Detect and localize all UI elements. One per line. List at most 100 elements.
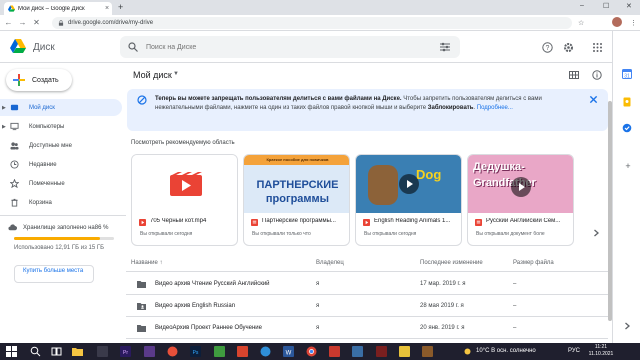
- calendar-icon[interactable]: 31: [622, 69, 632, 79]
- new-tab-button[interactable]: +: [118, 2, 123, 12]
- minimize-button[interactable]: –: [580, 2, 584, 9]
- banner-bold-text: Теперь вы можете запрещать пользователям…: [155, 96, 402, 102]
- tab-close-icon[interactable]: ×: [102, 5, 112, 12]
- search-box[interactable]: [120, 36, 460, 58]
- language-indicator[interactable]: РУС: [568, 348, 580, 354]
- suggested-card[interactable]: Dog English Reading Animals 1... Вы откр…: [355, 154, 462, 246]
- app-icon[interactable]: [352, 346, 363, 357]
- app-icon[interactable]: [237, 346, 248, 357]
- app-icon[interactable]: [399, 346, 410, 357]
- clock[interactable]: 11:21 11.10.2021: [585, 344, 617, 358]
- app-name: Диск: [33, 42, 55, 53]
- buy-storage-button[interactable]: Купить больше места: [14, 265, 94, 283]
- bookmark-star-icon[interactable]: ☆: [578, 19, 584, 27]
- file-name: Видео архив English Russian: [155, 303, 236, 309]
- search-icon[interactable]: [30, 346, 41, 357]
- app-icon[interactable]: [329, 346, 340, 357]
- app-icon[interactable]: [376, 346, 387, 357]
- sidebar-item-label: Корзина: [29, 199, 52, 206]
- sidebar-item-trash[interactable]: Корзина: [0, 194, 122, 211]
- sidebar-item-computers[interactable]: ▶ Компьютеры: [0, 118, 122, 135]
- close-icon[interactable]: [589, 95, 598, 104]
- chevron-down-icon[interactable]: ▼: [173, 71, 179, 77]
- tasks-icon[interactable]: [622, 123, 632, 133]
- create-button[interactable]: Создать: [6, 69, 72, 91]
- app-icon[interactable]: [422, 346, 433, 357]
- suggested-card[interactable]: 705 Черный кот.mp4 Вы открывали сегодня: [131, 154, 238, 246]
- suggested-card[interactable]: Краткое пособие для новичков ПАРТНЕРСКИЕ…: [243, 154, 350, 246]
- table-row[interactable]: ВидеоАрхив Проект Раннее Обучение я 20 я…: [126, 317, 608, 339]
- app-icon[interactable]: [167, 346, 178, 357]
- sidebar-item-shared[interactable]: Доступные мне: [0, 137, 122, 154]
- sidebar-item-starred[interactable]: Помеченные: [0, 175, 122, 192]
- premiere-icon[interactable]: Pr: [120, 346, 131, 357]
- column-header-name[interactable]: Название ↑: [131, 260, 162, 266]
- info-icon[interactable]: [592, 70, 602, 80]
- close-window-button[interactable]: ✕: [626, 2, 632, 10]
- suggested-card[interactable]: Дедушка- Grandfather Русский Английский …: [467, 154, 574, 246]
- table-row[interactable]: Видео архив Чтение Русский Английский я …: [126, 273, 608, 295]
- block-icon: [137, 95, 147, 105]
- sidebar-item-recent[interactable]: Недавние: [0, 156, 122, 173]
- weather-text[interactable]: 10°C В осн. солнечно: [476, 348, 536, 354]
- search-input[interactable]: [146, 43, 426, 51]
- side-panel: 31 +: [612, 31, 640, 343]
- sort-arrow-icon[interactable]: ↑: [159, 260, 162, 266]
- svg-text:Pr: Pr: [123, 350, 128, 356]
- drive-header: Диск ?: [0, 31, 612, 63]
- chevron-right-icon[interactable]: [591, 228, 601, 238]
- clock-icon: [10, 160, 19, 169]
- expand-caret-icon[interactable]: ▶: [2, 124, 8, 130]
- drive-logo-icon[interactable]: [10, 39, 26, 53]
- svg-text:31: 31: [624, 74, 630, 80]
- sidebar-item-my-drive[interactable]: ▶ Мой диск: [0, 99, 122, 116]
- card-name: English Reading Animals 1...: [374, 218, 451, 224]
- breadcrumb[interactable]: Мой диск: [133, 70, 172, 80]
- file-modified: 28 мая 2019 г. я: [420, 303, 464, 309]
- card-subtitle: Вы открывали только что: [252, 231, 311, 237]
- play-icon[interactable]: [511, 177, 531, 197]
- clock-date: 11.10.2021: [588, 351, 614, 357]
- forward-button[interactable]: →: [17, 18, 28, 27]
- browser-menu-icon[interactable]: ⋮: [630, 19, 637, 27]
- chrome-icon[interactable]: [306, 346, 317, 357]
- video-icon: [139, 219, 146, 226]
- file-explorer-icon[interactable]: [72, 346, 83, 357]
- help-icon[interactable]: ?: [542, 42, 553, 53]
- add-addon-icon[interactable]: +: [623, 161, 633, 171]
- lock-icon: [58, 20, 64, 26]
- settings-gear-icon[interactable]: [563, 42, 574, 53]
- profile-avatar[interactable]: [612, 17, 622, 27]
- search-options-icon[interactable]: [440, 42, 450, 52]
- word-icon[interactable]: W: [283, 346, 294, 357]
- keep-icon[interactable]: [622, 97, 632, 107]
- card-thumbnail: [132, 155, 237, 213]
- edge-icon[interactable]: [260, 346, 271, 357]
- stop-button[interactable]: ✕: [31, 18, 42, 27]
- trash-icon: [11, 198, 18, 207]
- app-icon[interactable]: [144, 346, 155, 357]
- photoshop-icon[interactable]: Ps: [190, 346, 201, 357]
- maximize-button[interactable]: ☐: [603, 2, 609, 10]
- grid-view-icon[interactable]: [569, 70, 579, 80]
- play-icon[interactable]: [399, 174, 419, 194]
- app-icon[interactable]: [214, 346, 225, 357]
- banner-learn-more-link[interactable]: Подробнее...: [477, 105, 513, 111]
- column-header-modified[interactable]: Последнее изменение: [420, 260, 483, 266]
- table-row[interactable]: Видео архив English Russian я 28 мая 201…: [126, 295, 608, 317]
- drive-favicon-icon: [8, 5, 15, 12]
- chevron-right-icon[interactable]: [622, 321, 632, 331]
- task-view-icon[interactable]: [51, 346, 62, 357]
- create-label: Создать: [32, 76, 59, 84]
- file-owner: я: [316, 303, 320, 309]
- browser-tab[interactable]: Мой диск – Google Диск ×: [4, 2, 112, 15]
- column-header-owner: Владелец: [316, 260, 344, 266]
- expand-caret-icon[interactable]: ▶: [2, 105, 8, 111]
- apps-grid-icon[interactable]: [592, 42, 603, 53]
- app-icon[interactable]: [97, 346, 108, 357]
- windows-start-icon[interactable]: [6, 346, 17, 357]
- url-bar[interactable]: drive.google.com/drive/my-drive: [52, 17, 572, 29]
- back-button[interactable]: ←: [3, 18, 14, 27]
- search-icon[interactable]: [128, 42, 138, 52]
- storage-label[interactable]: Хранилище заполнено на86 %: [8, 223, 108, 232]
